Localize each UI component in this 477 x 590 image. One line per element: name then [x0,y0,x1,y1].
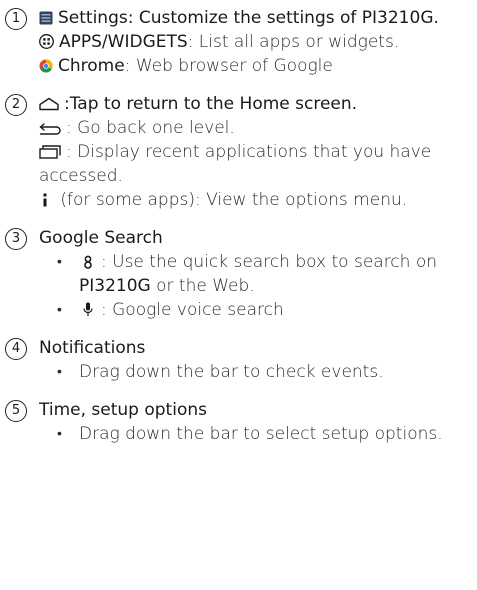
chrome-row: Chrome: Web browser of Google [39,54,471,78]
section-number-4: 4 [5,338,27,360]
chrome-icon [39,59,53,73]
quick-search-icon [83,255,93,269]
section-2: 2 :Tap to return to the Home screen. : G… [5,92,471,212]
google-search-title: Google Search [39,228,163,248]
list-item: : Google voice search [57,298,471,322]
section-3-content: Google Search : Use the quick search box… [39,226,471,322]
menu-dots-icon [43,193,47,207]
options-row: (for some apps): View the options menu. [39,188,471,212]
google-search-list: : Use the quick search box to search on … [39,250,471,322]
list-item: Drag down the bar to select setup option… [57,422,471,446]
section-2-content: :Tap to return to the Home screen. : Go … [39,92,471,212]
section-number-1: 1 [5,8,27,30]
back-arrow-icon [39,122,61,135]
notifications-title: Notifications [39,338,146,358]
manual-page: 1 Settings: Customize the settings of PI… [0,0,477,590]
chrome-label: Chrome [58,56,125,76]
section-5-content: Time, setup options Drag down the bar to… [39,398,471,446]
home-description: :Tap to return to the Home screen. [64,94,358,114]
home-row: :Tap to return to the Home screen. [39,92,471,116]
home-icon [39,97,59,111]
back-row: : Go back one level. [39,116,471,140]
section-4: 4 Notifications Drag down the bar to che… [5,336,471,384]
apps-widgets-description: : List all apps or widgets. [187,32,400,52]
section-number-5: 5 [5,400,27,422]
apps-grid-icon [39,34,54,49]
apps-widgets-row: APPS/WIDGETS: List all apps or widgets. [39,30,471,54]
settings-row: Settings: Customize the settings of PI32… [39,6,471,30]
section-3: 3 Google Search : Use the quick search b… [5,226,471,322]
list-item: Drag down the bar to check events. [57,360,471,384]
time-setup-title: Time, setup options [39,400,207,420]
back-description: : Go back one level. [66,118,235,138]
section-number-2: 2 [5,94,27,116]
time-setup-list: Drag down the bar to select setup option… [39,422,471,446]
notifications-list: Drag down the bar to check events. [39,360,471,384]
section-4-content: Notifications Drag down the bar to check… [39,336,471,384]
settings-description: Settings: Customize the settings of PI32… [58,8,439,28]
quick-search-text-a: : Use the quick search box to search on [101,252,438,272]
apps-widgets-label: APPS/WIDGETS [59,32,188,52]
list-item: : Use the quick search box to search on … [57,250,471,298]
quick-search-text-b: or the Web. [150,276,255,296]
microphone-icon [83,302,93,317]
recent-row: : Display recent applications that you h… [39,140,471,188]
section-number-3: 3 [5,228,27,250]
device-name: PI3210G [79,276,151,296]
recent-description: : Display recent applications that you h… [39,142,432,186]
section-5: 5 Time, setup options Drag down the bar … [5,398,471,446]
section-1-content: Settings: Customize the settings of PI32… [39,6,471,78]
recent-apps-icon [39,145,61,159]
voice-search-text: : Google voice search [101,300,284,320]
chrome-description: : Web browser of Google [124,56,333,76]
section-1: 1 Settings: Customize the settings of PI… [5,6,471,78]
settings-app-icon [39,11,53,25]
options-description: (for some apps): View the options menu. [55,190,408,210]
